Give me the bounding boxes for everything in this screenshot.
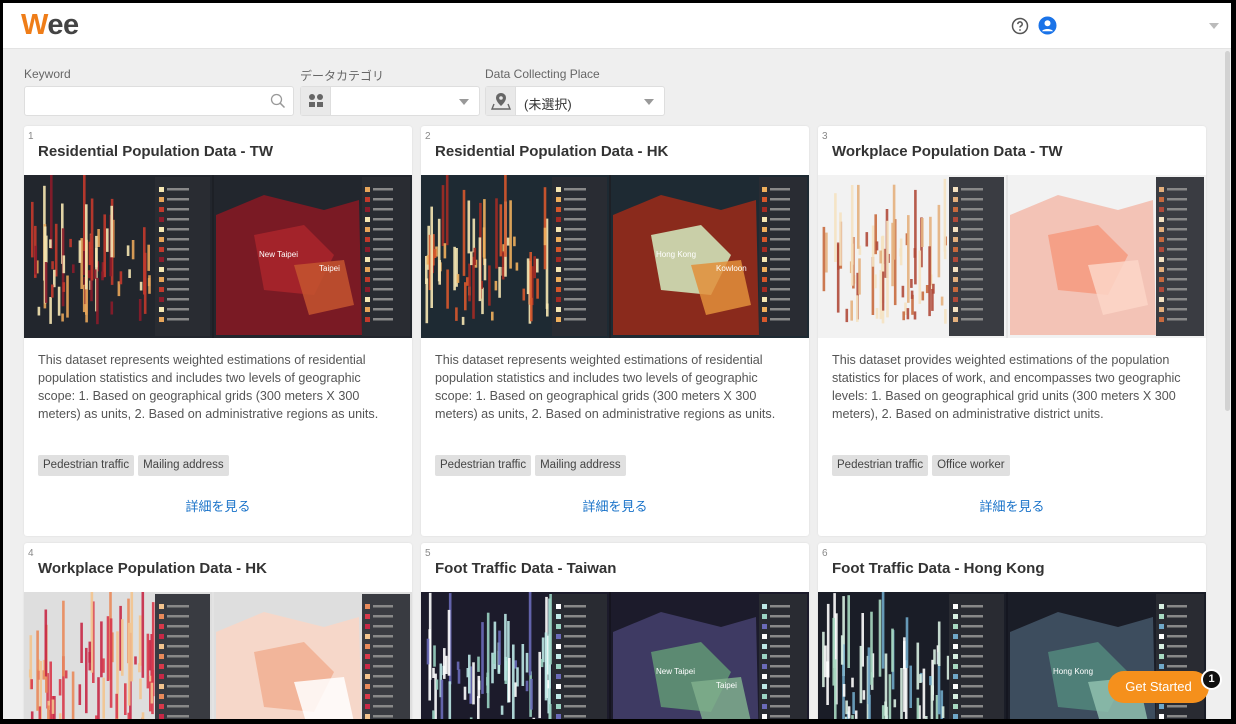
help-icon[interactable]: [1011, 17, 1029, 35]
view-details-link[interactable]: 詳細を見る: [24, 496, 412, 515]
view-details-link[interactable]: 詳細を見る: [421, 496, 809, 515]
search-icon[interactable]: [270, 93, 286, 109]
card-number: 2: [425, 131, 431, 142]
tag[interactable]: Pedestrian traffic: [435, 455, 532, 476]
card-thumbnail[interactable]: Hong Kong Kowloon: [421, 175, 809, 338]
tag[interactable]: Office worker: [932, 455, 1010, 476]
map-visualization: New Taipei Taipei: [24, 175, 412, 338]
app-window: Wee Keyword データカテゴリ Data Collecting Plac…: [3, 3, 1231, 719]
card-number: 1: [28, 131, 34, 142]
notification-badge: 1: [1201, 669, 1222, 690]
place-select[interactable]: (未選択): [485, 86, 665, 116]
card-title[interactable]: Residential Population Data - HK: [435, 143, 668, 160]
keyword-input[interactable]: [24, 86, 294, 116]
card-tags: Pedestrian traffic Mailing address: [435, 455, 630, 477]
chevron-down-icon[interactable]: [459, 99, 469, 105]
tag[interactable]: Mailing address: [138, 455, 229, 476]
category-select[interactable]: [300, 86, 480, 116]
category-label: データカテゴリ: [300, 69, 385, 83]
card-title[interactable]: Foot Traffic Data - Hong Kong: [832, 560, 1044, 577]
chevron-down-icon[interactable]: [644, 99, 654, 105]
map-label: New Taipei: [259, 250, 298, 259]
map-visualization: [818, 175, 1206, 338]
dataset-card[interactable]: 4 Workplace Population Data - HK: [24, 543, 412, 719]
get-started-button[interactable]: Get Started: [1108, 671, 1209, 703]
card-number: 4: [28, 548, 34, 559]
dataset-card[interactable]: 3 Workplace Population Data - TW This da…: [818, 126, 1206, 536]
map-label: Taipei: [319, 264, 340, 273]
tag[interactable]: Pedestrian traffic: [38, 455, 135, 476]
card-title[interactable]: Residential Population Data - TW: [38, 143, 273, 160]
card-description: This dataset represents weighted estimat…: [435, 353, 776, 421]
grid-category-icon: [309, 94, 323, 107]
view-details-link[interactable]: 詳細を見る: [818, 496, 1206, 515]
map-visualization: Hong Kong Kowloon: [421, 175, 809, 338]
keyword-label: Keyword: [24, 67, 71, 81]
category-icon-box: [301, 87, 331, 115]
card-title[interactable]: Workplace Population Data - HK: [38, 560, 267, 577]
tag[interactable]: Mailing address: [535, 455, 626, 476]
card-thumbnail[interactable]: [24, 592, 412, 719]
card-thumbnail[interactable]: New Taipei Taipei: [421, 592, 809, 719]
place-label: Data Collecting Place: [485, 67, 600, 81]
user-icon[interactable]: [1038, 16, 1057, 35]
map-label: Hong Kong: [1053, 667, 1093, 676]
header: Wee: [3, 3, 1231, 49]
chevron-down-icon[interactable]: [1209, 23, 1219, 29]
place-value: (未選択): [524, 97, 572, 112]
map-label: Taipei: [716, 681, 737, 690]
dataset-card[interactable]: 1 Residential Population Data - TW New T…: [24, 126, 412, 536]
card-thumbnail[interactable]: [818, 175, 1206, 338]
map-visualization: [24, 592, 412, 719]
map-visualization: New Taipei Taipei: [421, 592, 809, 719]
card-description: This dataset provides weighted estimatio…: [832, 353, 1181, 421]
logo[interactable]: Wee: [21, 9, 79, 42]
card-description: This dataset represents weighted estimat…: [38, 353, 379, 421]
dataset-card[interactable]: 2 Residential Population Data - HK Hong …: [421, 126, 809, 536]
card-tags: Pedestrian traffic Mailing address: [38, 455, 233, 477]
place-icon-box: [486, 87, 516, 115]
card-title[interactable]: Workplace Population Data - TW: [832, 143, 1063, 160]
card-number: 5: [425, 548, 431, 559]
card-title[interactable]: Foot Traffic Data - Taiwan: [435, 560, 616, 577]
map-label: Kowloon: [716, 264, 747, 273]
card-number: 6: [822, 548, 828, 559]
card-thumbnail[interactable]: New Taipei Taipei: [24, 175, 412, 338]
dataset-card[interactable]: 5 Foot Traffic Data - Taiwan New Taipei T…: [421, 543, 809, 719]
scrollbar[interactable]: [1225, 51, 1230, 411]
tag[interactable]: Pedestrian traffic: [832, 455, 929, 476]
map-label: Hong Kong: [656, 250, 696, 259]
map-pin-icon: [490, 93, 512, 110]
card-tags: Pedestrian traffic Office worker: [832, 455, 1014, 477]
map-label: New Taipei: [656, 667, 695, 676]
card-number: 3: [822, 131, 828, 142]
